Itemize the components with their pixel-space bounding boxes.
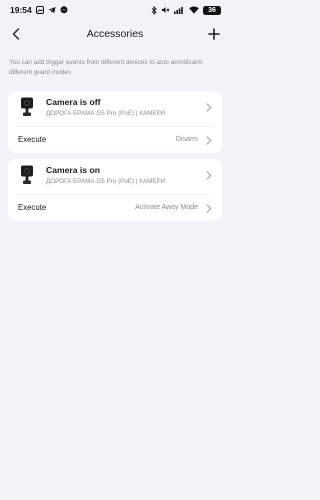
mute-icon (161, 6, 170, 14)
card-subtitle: ДОРОГА БРАМА G5 Pro (PoE) | КАМЕРИ (46, 110, 166, 117)
execute-row[interactable]: Execute Activate Away Mode (8, 195, 222, 221)
chevron-right-icon (206, 171, 212, 180)
status-bar-left: 19:54 (10, 5, 68, 15)
trigger-row[interactable]: Camera is off ДОРОГА БРАМА G5 Pro (PoE) … (8, 91, 222, 124)
accessories-screen: 19:54 36 Accessories You can add trigger… (0, 0, 230, 500)
camera-icon (21, 165, 33, 184)
page-title: Accessories (86, 28, 144, 40)
card-title: Camera is on (46, 165, 100, 175)
execute-row[interactable]: Execute Disarm (8, 127, 222, 153)
trigger-row[interactable]: Camera is on ДОРОГА БРАМА G5 Pro (PoE) |… (8, 159, 222, 192)
execute-label: Execute (18, 135, 47, 144)
wifi-icon (189, 6, 199, 14)
status-bar-right: 36 (151, 5, 221, 15)
chevron-left-icon (12, 28, 20, 40)
battery-icon: 36 (203, 5, 221, 15)
accessory-card: Camera is off ДОРОГА БРАМА G5 Pro (PoE) … (8, 91, 222, 153)
signal-icon (174, 6, 185, 14)
status-bar: 19:54 36 (0, 0, 230, 20)
chevron-right-icon (206, 203, 212, 213)
chevron-right-icon (206, 135, 212, 145)
telegram-icon (48, 6, 56, 14)
status-time: 19:54 (10, 5, 32, 15)
chevron-right-icon (206, 103, 212, 112)
accessory-card: Camera is on ДОРОГА БРАМА G5 Pro (PoE) |… (8, 159, 222, 221)
execute-label: Execute (18, 203, 47, 212)
photo-icon (35, 6, 44, 14)
plus-icon (208, 28, 220, 40)
add-button[interactable] (206, 25, 222, 43)
execute-value: Disarm (175, 135, 198, 143)
info-text: You can add trigger events from differen… (9, 59, 203, 76)
execute-value: Activate Away Mode (135, 203, 198, 211)
camera-icon (21, 97, 33, 116)
card-subtitle: ДОРОГА БРАМА G5 Pro (PoE) | КАМЕРИ (46, 178, 166, 185)
header: Accessories (0, 22, 230, 46)
messenger-icon (60, 6, 68, 14)
card-title: Camera is off (46, 97, 101, 107)
bluetooth-icon (151, 5, 157, 15)
back-button[interactable] (8, 25, 24, 43)
